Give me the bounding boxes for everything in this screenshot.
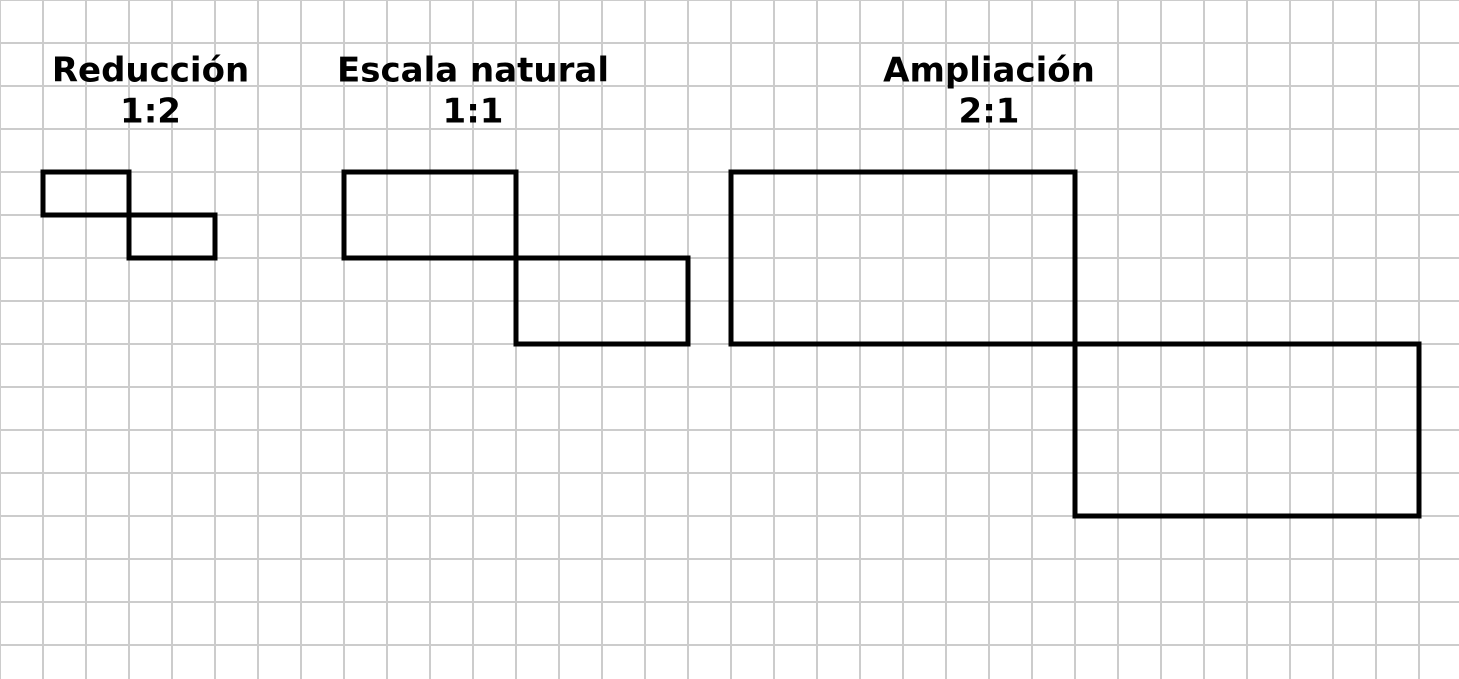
shape-ampliacion	[731, 172, 1419, 516]
shape-reduccion	[43, 172, 215, 258]
diagram-canvas: Reducción1:2 Escala natural1:1 Ampliación2…	[0, 0, 1459, 679]
ratio-ampliacion: 2:1	[959, 92, 1020, 132]
title-reduccion: Reducción	[52, 51, 249, 91]
title-ampliacion: Ampliación	[883, 51, 1095, 91]
ratio-natural: 1:1	[443, 92, 504, 132]
shape-natural	[344, 172, 688, 344]
title-natural: Escala natural	[337, 51, 609, 91]
ratio-reduccion: 1:2	[120, 92, 181, 132]
figure-reduccion: Reducción1:2	[43, 51, 249, 258]
